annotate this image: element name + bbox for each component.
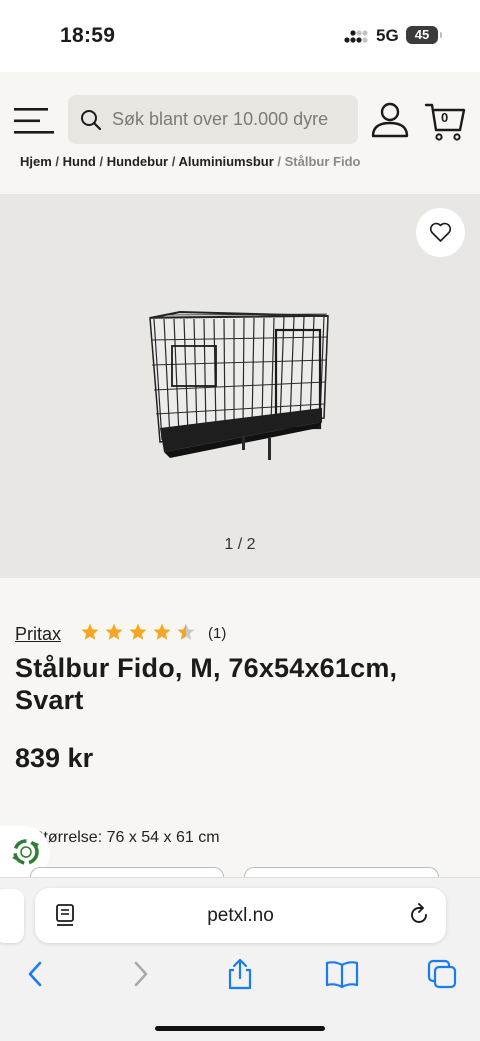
browser-toolbar: petxl.no [0, 877, 480, 1041]
menu-icon[interactable] [14, 108, 54, 134]
signal-icon [344, 30, 368, 43]
star-icon [153, 623, 171, 640]
star-icon [129, 623, 147, 640]
url-text[interactable]: petxl.no [35, 905, 446, 927]
star-icon [105, 623, 123, 640]
breadcrumb-current: Stålbur Fido [284, 154, 361, 169]
recycle-icon [12, 839, 39, 865]
product-price: 839 kr [15, 743, 94, 773]
tabs-icon[interactable] [426, 958, 462, 990]
breadcrumb-aluminiumsbur[interactable]: Aluminiumsbur [178, 154, 273, 169]
reload-icon[interactable] [407, 903, 431, 927]
star-icon [81, 623, 99, 640]
forward-icon[interactable] [122, 958, 158, 990]
breadcrumb-hund[interactable]: Hund [63, 154, 96, 169]
variant-value: 76 x 54 x 61 cm [106, 829, 220, 846]
previous-tab[interactable] [0, 889, 24, 943]
rating-stars[interactable] [80, 622, 202, 642]
cart-count: 0 [441, 110, 449, 125]
review-count[interactable]: (1) [208, 625, 226, 642]
address-bar[interactable]: petxl.no [35, 888, 446, 943]
star-icon [177, 623, 195, 640]
breadcrumb-home[interactable]: Hjem [20, 154, 52, 169]
network-label: 5G [376, 26, 399, 45]
brand-link[interactable]: Pritax [15, 624, 61, 645]
search-input[interactable] [112, 95, 342, 144]
back-icon[interactable] [18, 958, 54, 990]
product-gallery[interactable]: 1 / 2 [0, 194, 480, 578]
cart-button[interactable]: 0 [424, 102, 466, 142]
search-bar[interactable] [68, 95, 358, 144]
status-time: 18:59 [60, 24, 116, 47]
user-icon[interactable] [370, 102, 410, 138]
gallery-pager: 1 / 2 [224, 536, 256, 553]
battery-icon: 45 [406, 26, 442, 44]
product-image [149, 310, 329, 460]
heart-icon [429, 222, 452, 242]
favorite-button[interactable] [416, 208, 465, 257]
status-bar: 18:59 5G 45 [0, 0, 480, 72]
search-icon [81, 110, 102, 131]
share-icon[interactable] [222, 958, 258, 990]
home-indicator [155, 1026, 325, 1031]
bookmarks-icon[interactable] [324, 958, 360, 990]
product-title: Stålbur Fido, M, 76x54x61cm, Svart [15, 653, 398, 715]
breadcrumb-hundebur[interactable]: Hundebur [107, 154, 168, 169]
site-header: 0 [0, 72, 480, 162]
breadcrumb: Hjem / Hund / Hundebur / Aluminiumsbur /… [20, 154, 361, 169]
